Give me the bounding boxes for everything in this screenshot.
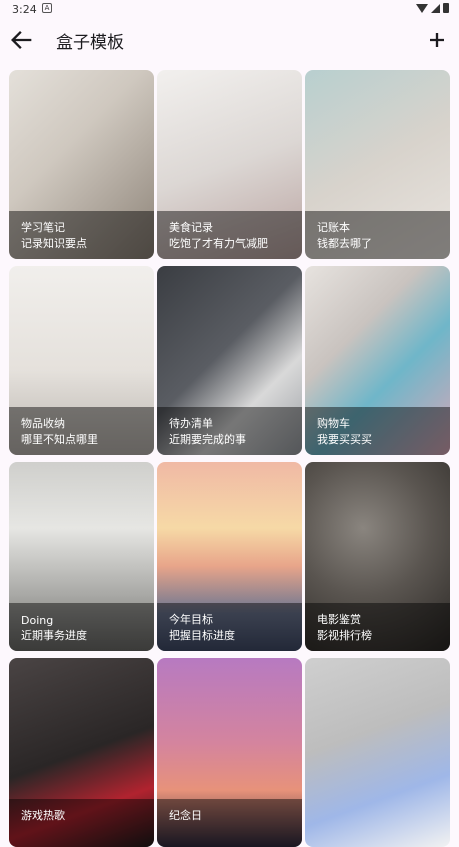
arrow-left-icon bbox=[11, 31, 32, 49]
notification-a-icon: A bbox=[42, 3, 52, 13]
template-card-food-log[interactable]: 美食记录 吃饱了才有力气减肥 bbox=[157, 70, 302, 259]
card-title: 纪念日 bbox=[169, 809, 202, 822]
status-bar: 3:24 A bbox=[0, 0, 459, 18]
card-title: 游戏热歌 bbox=[21, 809, 65, 822]
app-bar: 盒子模板 bbox=[0, 22, 459, 58]
card-title: 今年目标 bbox=[169, 613, 213, 626]
template-card-game-songs[interactable]: 游戏热歌 bbox=[9, 658, 154, 847]
card-title: 记账本 bbox=[317, 221, 350, 234]
status-time: 3:24 bbox=[12, 3, 37, 16]
card-title: 美食记录 bbox=[169, 221, 213, 234]
card-subtitle: 近期要完成的事 bbox=[169, 433, 246, 446]
card-subtitle: 哪里不知点哪里 bbox=[21, 433, 98, 446]
template-card-doing[interactable]: Doing 近期事务进度 bbox=[9, 462, 154, 651]
signal-icon bbox=[431, 3, 440, 13]
card-subtitle: 记录知识要点 bbox=[21, 237, 87, 250]
card-title: 电影鉴赏 bbox=[317, 613, 361, 626]
card-subtitle: 影视排行榜 bbox=[317, 629, 372, 642]
template-card-study-notes[interactable]: 学习笔记 记录知识要点 bbox=[9, 70, 154, 259]
template-card-movies[interactable]: 电影鉴赏 影视排行榜 bbox=[305, 462, 450, 651]
card-image bbox=[305, 658, 450, 847]
back-button[interactable] bbox=[8, 26, 36, 54]
add-button[interactable] bbox=[423, 26, 451, 54]
card-title: 待办清单 bbox=[169, 417, 213, 430]
template-card-yearly-goal[interactable]: 今年目标 把握目标进度 bbox=[157, 462, 302, 651]
template-card-notebook[interactable] bbox=[305, 658, 450, 847]
card-subtitle: 近期事务进度 bbox=[21, 629, 87, 642]
template-card-todo[interactable]: 待办清单 近期要完成的事 bbox=[157, 266, 302, 455]
template-card-ledger[interactable]: 记账本 钱都去哪了 bbox=[305, 70, 450, 259]
card-title: Doing bbox=[21, 614, 54, 627]
card-subtitle: 吃饱了才有力气减肥 bbox=[169, 237, 268, 250]
card-title: 购物车 bbox=[317, 417, 350, 430]
template-card-anniversary[interactable]: 纪念日 bbox=[157, 658, 302, 847]
card-title: 学习笔记 bbox=[21, 221, 65, 234]
card-subtitle: 钱都去哪了 bbox=[317, 237, 372, 250]
template-card-cart[interactable]: 购物车 我要买买买 bbox=[305, 266, 450, 455]
card-title: 物品收纳 bbox=[21, 417, 65, 430]
wifi-icon bbox=[416, 3, 428, 13]
card-subtitle: 我要买买买 bbox=[317, 433, 372, 446]
battery-icon bbox=[443, 3, 449, 13]
status-icons bbox=[416, 3, 449, 13]
template-grid: 学习笔记 记录知识要点 美食记录 吃饱了才有力气减肥 记账本 钱都去哪了 物品收… bbox=[9, 70, 450, 847]
template-card-storage[interactable]: 物品收纳 哪里不知点哪里 bbox=[9, 266, 154, 455]
card-subtitle: 把握目标进度 bbox=[169, 629, 235, 642]
plus-icon bbox=[430, 33, 444, 47]
page-title: 盒子模板 bbox=[56, 33, 124, 53]
